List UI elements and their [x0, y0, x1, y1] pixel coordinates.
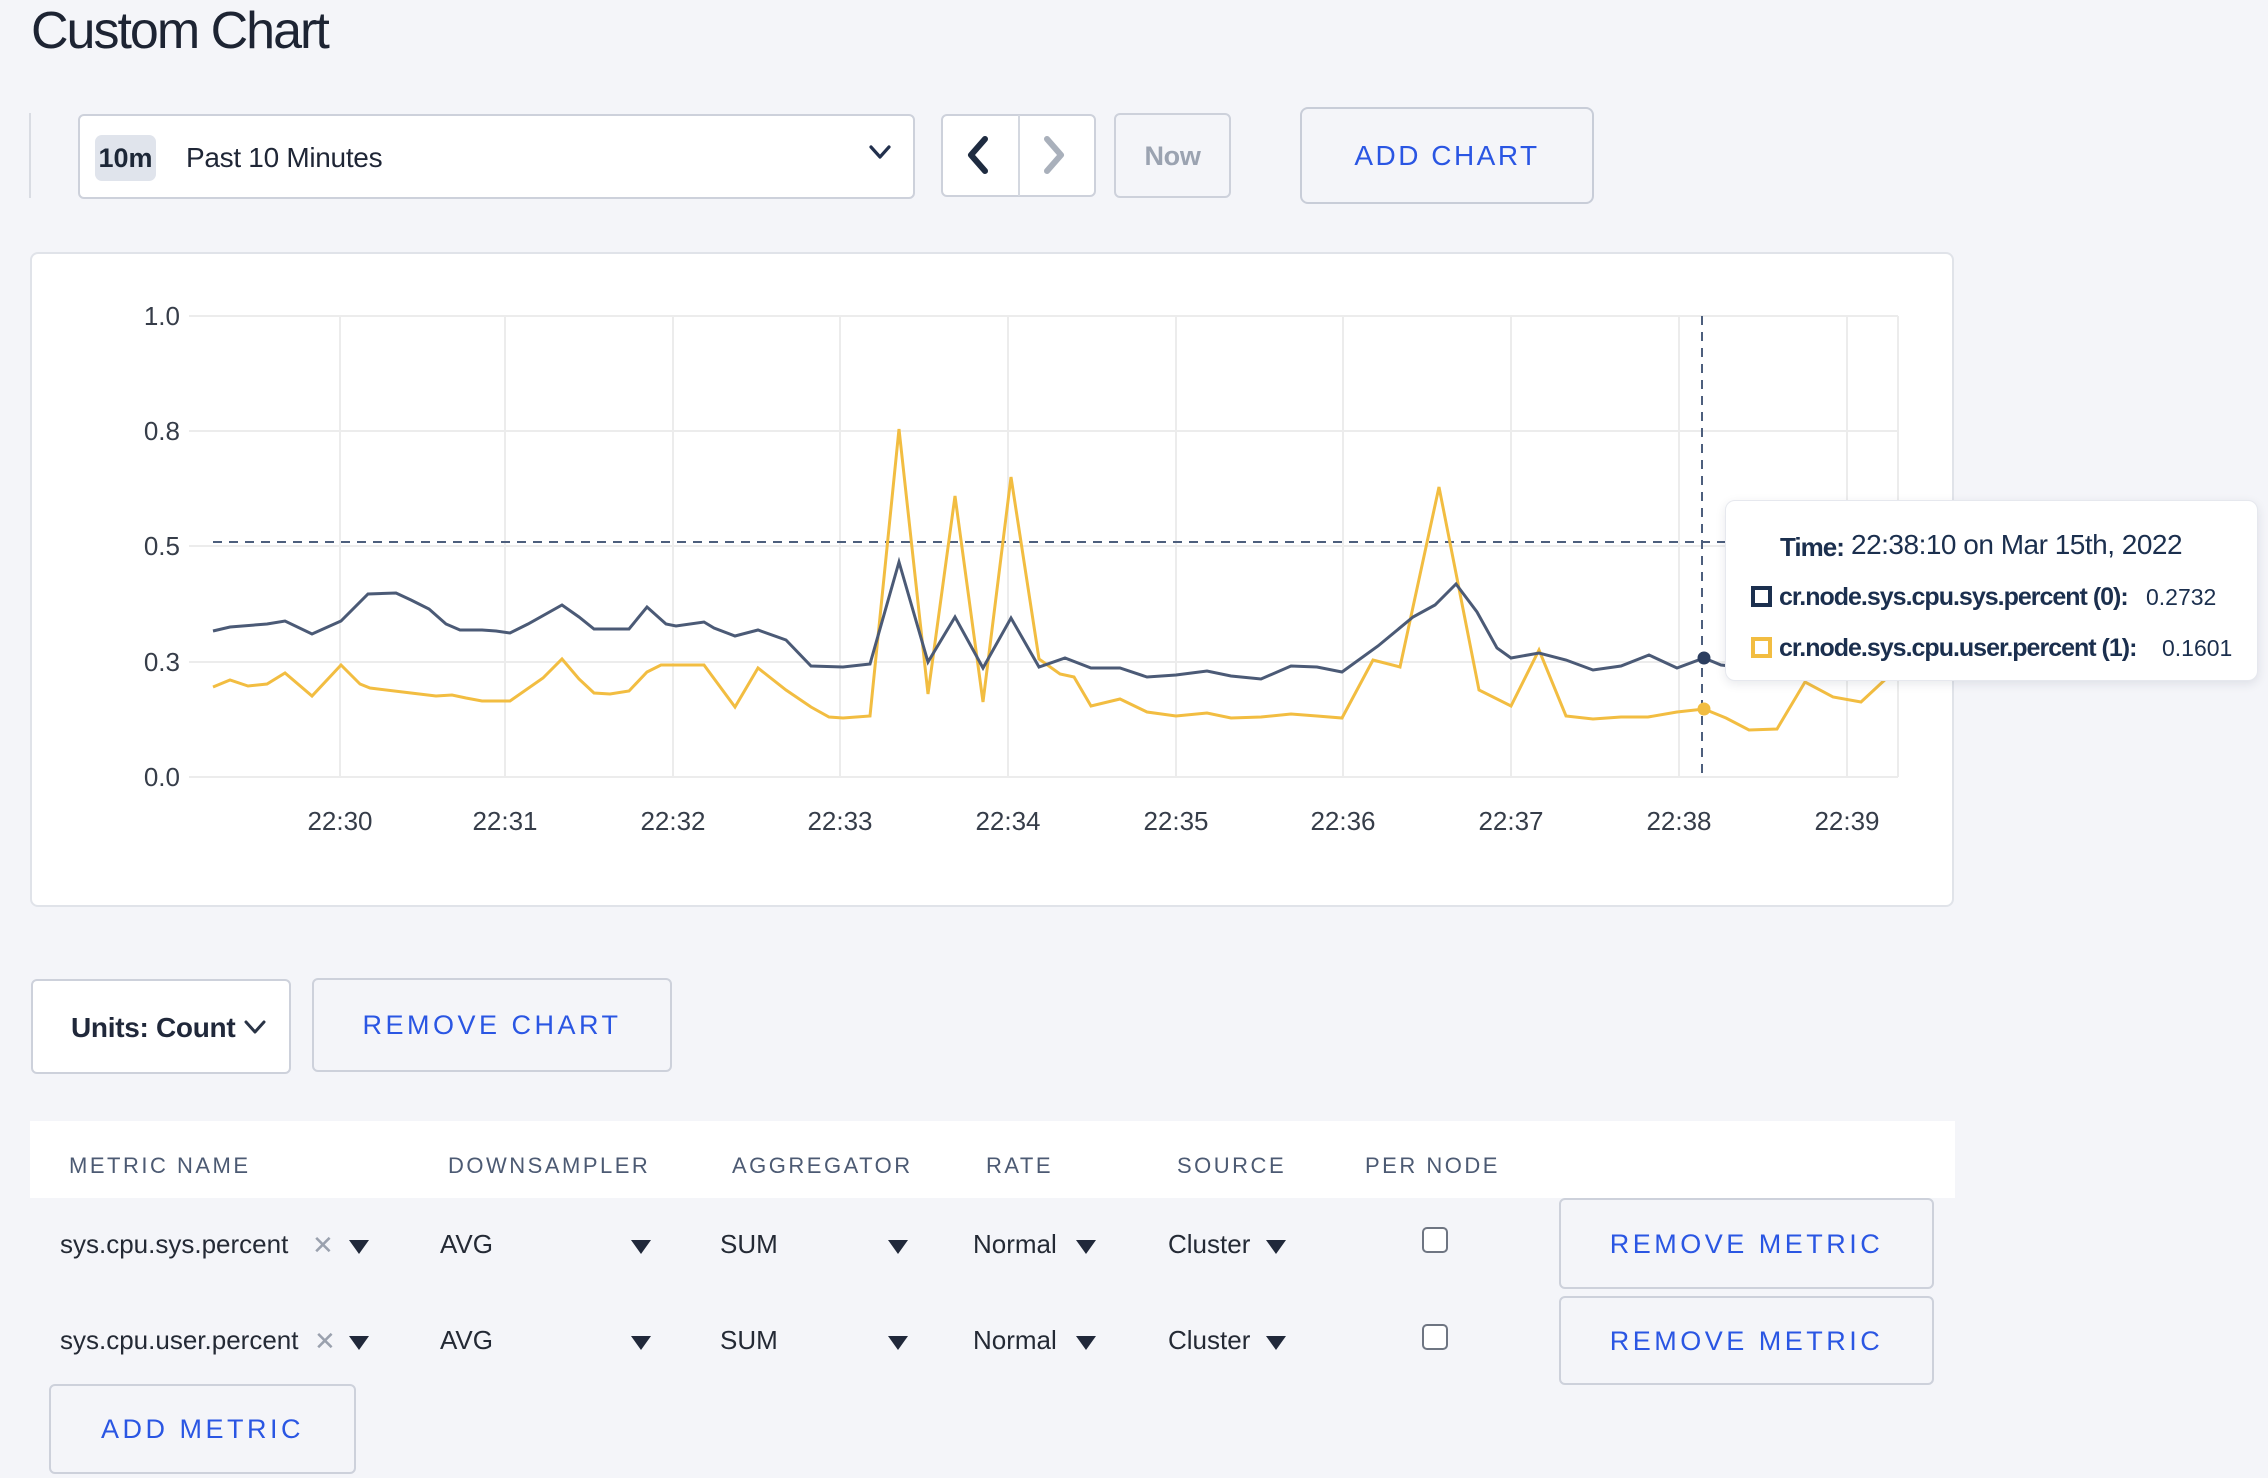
svg-text:0.0: 0.0 — [144, 762, 180, 792]
svg-text:22:32: 22:32 — [640, 806, 705, 836]
svg-text:0.3: 0.3 — [144, 647, 180, 677]
svg-text:22:35: 22:35 — [1143, 806, 1208, 836]
svg-text:22:31: 22:31 — [472, 806, 537, 836]
svg-text:22:36: 22:36 — [1310, 806, 1375, 836]
svg-text:22:39: 22:39 — [1814, 806, 1879, 836]
svg-text:22:37: 22:37 — [1478, 806, 1543, 836]
svg-text:22:33: 22:33 — [807, 806, 872, 836]
svg-text:1.0: 1.0 — [144, 301, 180, 331]
svg-text:22:38: 22:38 — [1646, 806, 1711, 836]
svg-text:0.8: 0.8 — [144, 416, 180, 446]
svg-text:22:34: 22:34 — [975, 806, 1040, 836]
svg-text:0.5: 0.5 — [144, 531, 180, 561]
svg-text:22:30: 22:30 — [307, 806, 372, 836]
